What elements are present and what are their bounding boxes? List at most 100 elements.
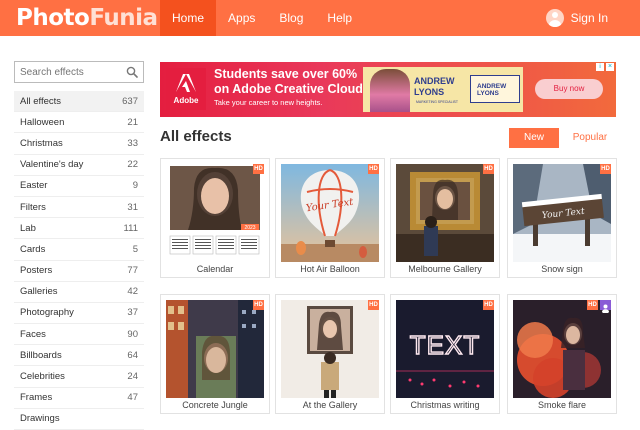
effect-card-melbourne-gallery[interactable]: HD Melbourne Gallery [390, 158, 500, 278]
category-item[interactable]: Photography 37 [14, 303, 144, 325]
category-name: Lab [20, 222, 36, 234]
ad-headline-line1: Students save over 60% [214, 67, 358, 81]
category-item[interactable]: Frames 47 [14, 388, 144, 409]
category-item[interactable]: Christmas 33 [14, 133, 144, 155]
user-avatar-icon [545, 9, 564, 27]
effect-name: Concrete Jungle [182, 400, 248, 410]
hd-badge: HD [368, 300, 379, 310]
category-item[interactable]: Billboards 64 [14, 345, 144, 367]
tab-popular[interactable]: Popular [566, 128, 614, 148]
logo-part-photo: Photo [16, 5, 90, 31]
effect-card-snow-sign[interactable]: Your Text HD Snow sign [507, 158, 617, 278]
ad-person-name: ANDREW LYONS [414, 76, 455, 98]
category-count: 21 [127, 116, 138, 128]
category-name: Drawings [20, 413, 60, 425]
category-name: Celebrities [20, 371, 65, 383]
effect-card-hot-air-balloon[interactable]: Your Text HD Hot Air Balloon [275, 158, 385, 278]
effect-thumb: Your Text [281, 164, 379, 262]
hd-badge: HD [253, 300, 264, 310]
category-name: All effects [20, 95, 62, 107]
effect-thumb [166, 300, 264, 398]
sign-in-link[interactable]: Sign In [545, 8, 608, 28]
effect-name: Melbourne Gallery [408, 264, 482, 274]
category-item[interactable]: Lab 111 [14, 218, 144, 240]
buy-now-button[interactable]: Buy now [535, 79, 603, 99]
ad-name-card: ANDREW LYONS [470, 75, 520, 103]
category-count: 31 [127, 201, 138, 213]
tab-new[interactable]: New [509, 128, 559, 148]
category-count: 637 [122, 95, 138, 107]
category-name: Photography [20, 307, 74, 319]
nav-apps[interactable]: Apps [216, 0, 267, 36]
effect-name: Smoke flare [537, 400, 587, 410]
category-name: Filters [20, 201, 46, 213]
category-count: 5 [132, 243, 138, 255]
search-icon[interactable] [126, 66, 138, 78]
category-count: 42 [127, 286, 138, 298]
hd-badge: HD [587, 300, 598, 310]
category-name: Christmas [20, 137, 63, 149]
ad-headline-line2: on Adobe Creative Cloud. [214, 82, 367, 96]
ad-person-title: MARKETING SPECIALIST [416, 100, 459, 104]
search-input[interactable] [20, 65, 125, 79]
ad-person-image [370, 69, 410, 112]
adobe-icon [176, 74, 196, 92]
effect-card-at-the-gallery[interactable]: HD At the Gallery [275, 294, 385, 414]
category-name: Billboards [20, 349, 62, 361]
category-item[interactable]: Easter 9 [14, 176, 144, 197]
category-item[interactable]: Halloween 21 [14, 112, 144, 134]
page-title: All effects [160, 128, 232, 145]
adobe-logo: Adobe [166, 68, 206, 110]
photofunia-logo[interactable]: PhotoFunia [16, 4, 158, 32]
nav-home[interactable]: Home [160, 0, 217, 36]
category-item[interactable]: Cards 5 [14, 239, 144, 261]
category-item[interactable]: Filters 31 [14, 197, 144, 219]
effect-card-smoke-flare[interactable]: HD Smoke flare [507, 294, 617, 414]
category-item[interactable]: Galleries 42 [14, 282, 144, 303]
category-item[interactable]: All effects 637 [14, 91, 144, 113]
effect-name: At the Gallery [302, 400, 358, 410]
calendar-year: 2023 [244, 225, 255, 231]
category-item[interactable]: Drawings [14, 409, 144, 430]
category-name: Galleries [20, 286, 58, 298]
effect-name: Hot Air Balloon [300, 264, 360, 274]
category-count: 111 [123, 222, 138, 234]
hd-badge: HD [483, 164, 494, 174]
category-name: Valentine's day [20, 159, 84, 171]
hd-badge: HD [600, 164, 611, 174]
ad-subline: Take your career to new heights. [214, 98, 323, 107]
category-name: Easter [20, 180, 48, 192]
christmas-text: TEXT [410, 330, 480, 360]
top-bar: PhotoFunia Home Apps Blog Help Sign In [0, 0, 640, 36]
category-count: 37 [127, 307, 138, 319]
effect-thumb [396, 164, 494, 262]
effect-thumb [513, 300, 611, 398]
effect-card-concrete-jungle[interactable]: HD Concrete Jungle [160, 294, 270, 414]
category-count: 22 [127, 159, 138, 171]
category-count: 64 [127, 349, 138, 361]
logo-part-funia: Funia [89, 5, 158, 31]
effect-card-christmas-writing[interactable]: TEXT HD Christmas writing [390, 294, 500, 414]
category-item[interactable]: Posters 77 [14, 261, 144, 282]
hd-badge: HD [368, 164, 379, 174]
effect-thumb [281, 300, 379, 398]
effect-card-calendar[interactable]: 2023 HD Calendar [160, 158, 270, 278]
category-item[interactable]: Faces 90 [14, 324, 144, 346]
effect-thumb: 2023 [166, 164, 264, 262]
nav-blog[interactable]: Blog [267, 0, 315, 36]
ad-close-icon[interactable]: × [606, 63, 614, 71]
category-item[interactable]: Celebrities 24 [14, 366, 144, 388]
main-nav: Home Apps Blog Help [160, 0, 364, 36]
ad-info-icon[interactable]: i [596, 63, 604, 71]
ad-card-first: ANDREW [477, 83, 507, 90]
category-name: Halloween [20, 116, 65, 128]
category-count: 77 [127, 265, 138, 277]
category-item[interactable]: Valentine's day 22 [14, 155, 144, 176]
ad-banner[interactable]: Adobe Students save over 60% on Adobe Cr… [160, 62, 616, 117]
effect-name: Snow sign [541, 264, 583, 274]
ad-headline: Students save over 60% on Adobe Creative… [214, 67, 366, 97]
adobe-label: Adobe [173, 96, 199, 105]
category-name: Cards [20, 243, 46, 255]
nav-help[interactable]: Help [315, 0, 364, 36]
search-box [14, 61, 144, 83]
